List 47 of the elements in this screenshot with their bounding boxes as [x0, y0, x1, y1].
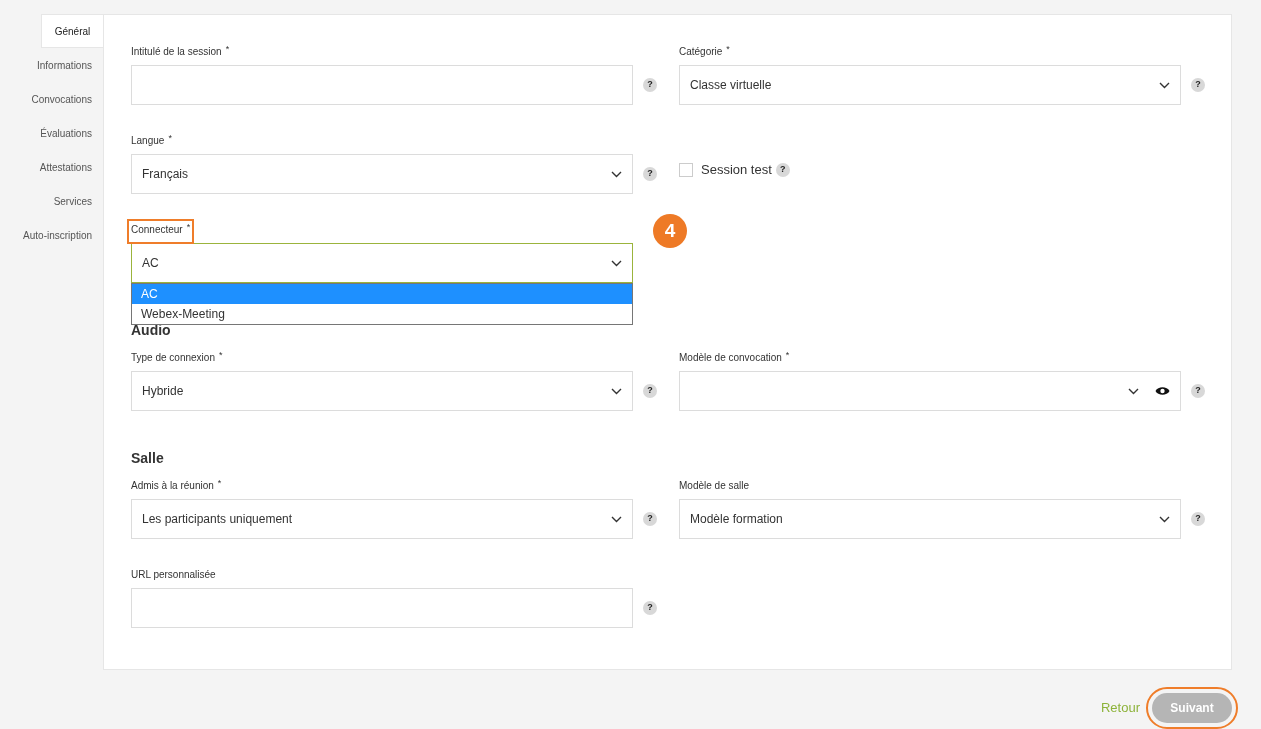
nav-tab[interactable]: Services [0, 184, 103, 218]
select-field[interactable]: Hybride [131, 371, 633, 411]
dropdown-option[interactable]: Webex-Meeting [132, 304, 632, 324]
nav-tab[interactable]: Convocations [0, 82, 103, 116]
field-label: Intitulé de la session $^{*}$ [131, 45, 230, 59]
field-label: Admis à la réunion $^{*}$ [131, 479, 222, 493]
help-icon[interactable]: ? [1191, 78, 1205, 92]
select-field[interactable] [679, 371, 1181, 411]
select-field[interactable]: AC [131, 243, 633, 283]
select-field[interactable]: Français [131, 154, 633, 194]
field-label: Modèle de salle [679, 479, 750, 493]
field-label: Catégorie $^{*}$ [679, 45, 730, 59]
field-label: Type de connexion $^{*}$ [131, 351, 223, 365]
help-icon[interactable]: ? [643, 384, 657, 398]
chevron-down-icon [611, 515, 622, 523]
select-field[interactable]: Classe virtuelle [679, 65, 1181, 105]
chevron-down-icon [611, 259, 622, 267]
help-icon[interactable]: ? [643, 167, 657, 181]
select-field[interactable]: Les participants uniquement [131, 499, 633, 539]
field-label: URL personnalisée [131, 568, 216, 582]
chevron-down-icon [611, 387, 622, 395]
nav-tab[interactable]: Général [41, 14, 103, 48]
nav-tab[interactable]: Informations [0, 48, 103, 82]
eye-icon[interactable] [1155, 386, 1170, 396]
nav-tab[interactable]: Auto-inscription [0, 218, 103, 252]
help-icon[interactable]: ? [775, 163, 790, 177]
help-icon[interactable]: ? [643, 601, 657, 615]
nav-tab[interactable]: Attestations [0, 150, 103, 184]
help-icon[interactable]: ? [1191, 384, 1205, 398]
checkbox[interactable] [679, 163, 693, 177]
chevron-down-icon [1128, 387, 1139, 395]
help-icon[interactable]: ? [643, 512, 657, 526]
nav-tab[interactable]: Évaluations [0, 116, 103, 150]
help-icon[interactable]: ? [643, 78, 657, 92]
input-field[interactable] [131, 65, 633, 105]
section-heading: Salle [131, 449, 164, 467]
select-field[interactable]: Modèle formation [679, 499, 1181, 539]
step-badge: 4 [653, 214, 687, 248]
help-icon[interactable]: ? [1191, 512, 1205, 526]
chevron-down-icon [611, 170, 622, 178]
input-field[interactable] [131, 588, 633, 628]
chevron-down-icon [1159, 515, 1170, 523]
chevron-down-icon [1159, 81, 1170, 89]
field-label: Langue $^{*}$ [131, 134, 172, 148]
section-heading: Audio [131, 321, 171, 339]
checkbox-label: Session test [701, 161, 772, 180]
field-label: Modèle de convocation $^{*}$ [679, 351, 790, 365]
